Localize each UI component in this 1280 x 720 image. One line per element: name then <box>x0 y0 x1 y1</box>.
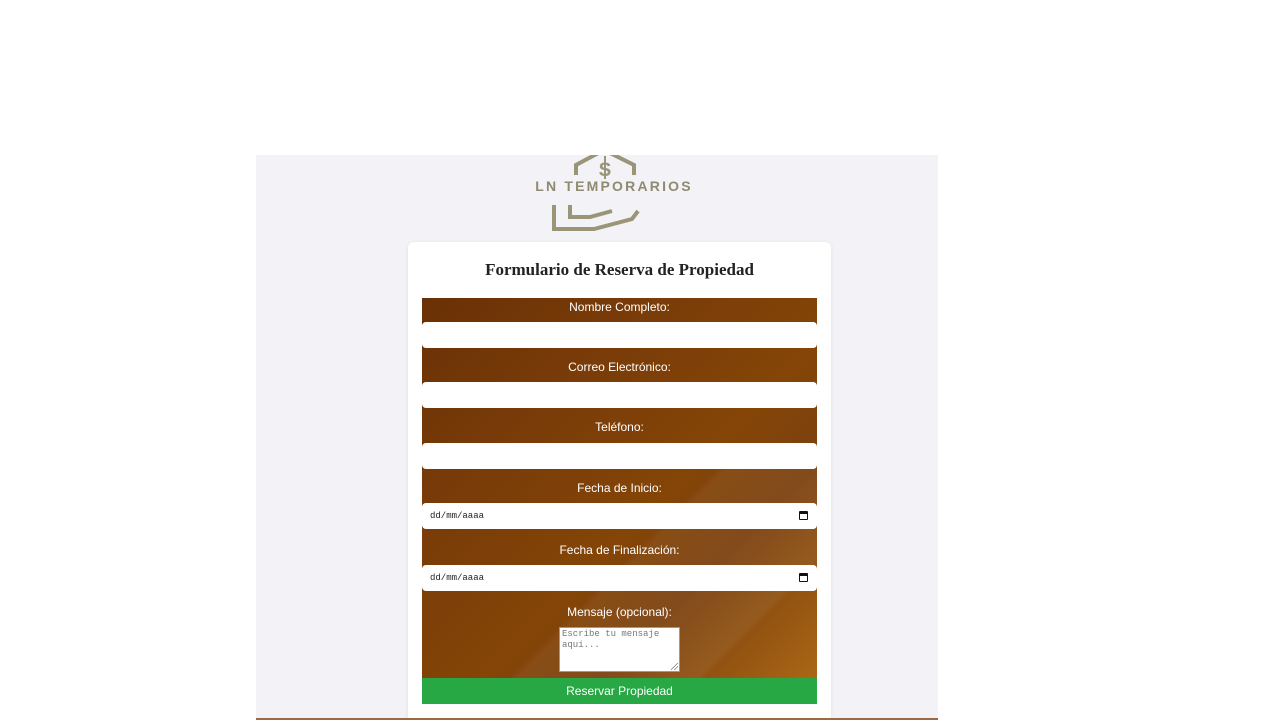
end-date-input[interactable]: dd/mm/aaaa <box>422 565 817 591</box>
start-date-label: Fecha de Inicio: <box>577 481 662 495</box>
brand-logo: S LN TEMPORARIOS <box>514 155 714 233</box>
calendar-icon[interactable] <box>799 511 808 520</box>
phone-input[interactable] <box>422 443 817 469</box>
phone-label: Teléfono: <box>595 420 644 434</box>
house-dollar-icon: S <box>552 155 640 231</box>
calendar-icon[interactable] <box>799 573 808 582</box>
reservation-form: Nombre Completo: Correo Electrónico: Tel… <box>422 298 817 704</box>
name-input[interactable] <box>422 322 817 348</box>
page-panel: S LN TEMPORARIOS Formulario de Reserva d… <box>256 155 938 720</box>
brand-name: LN TEMPORARIOS <box>535 178 693 194</box>
message-placeholder: Escribe tu mensaje aquí... <box>562 629 660 650</box>
email-input[interactable] <box>422 382 817 408</box>
end-date-value: dd/mm/aaaa <box>430 573 485 583</box>
reserve-button[interactable]: Reservar Propiedad <box>422 678 817 704</box>
reservation-card: Formulario de Reserva de Propiedad Nombr… <box>408 242 831 718</box>
name-label: Nombre Completo: <box>569 300 670 314</box>
resize-handle-icon[interactable] <box>671 663 678 670</box>
start-date-input[interactable]: dd/mm/aaaa <box>422 503 817 529</box>
message-label: Mensaje (opcional): <box>567 605 672 619</box>
start-date-value: dd/mm/aaaa <box>430 511 485 521</box>
end-date-label: Fecha de Finalización: <box>559 543 680 557</box>
form-title: Formulario de Reserva de Propiedad <box>485 260 754 279</box>
message-textarea[interactable]: Escribe tu mensaje aquí... <box>559 627 680 672</box>
email-label: Correo Electrónico: <box>568 360 671 374</box>
